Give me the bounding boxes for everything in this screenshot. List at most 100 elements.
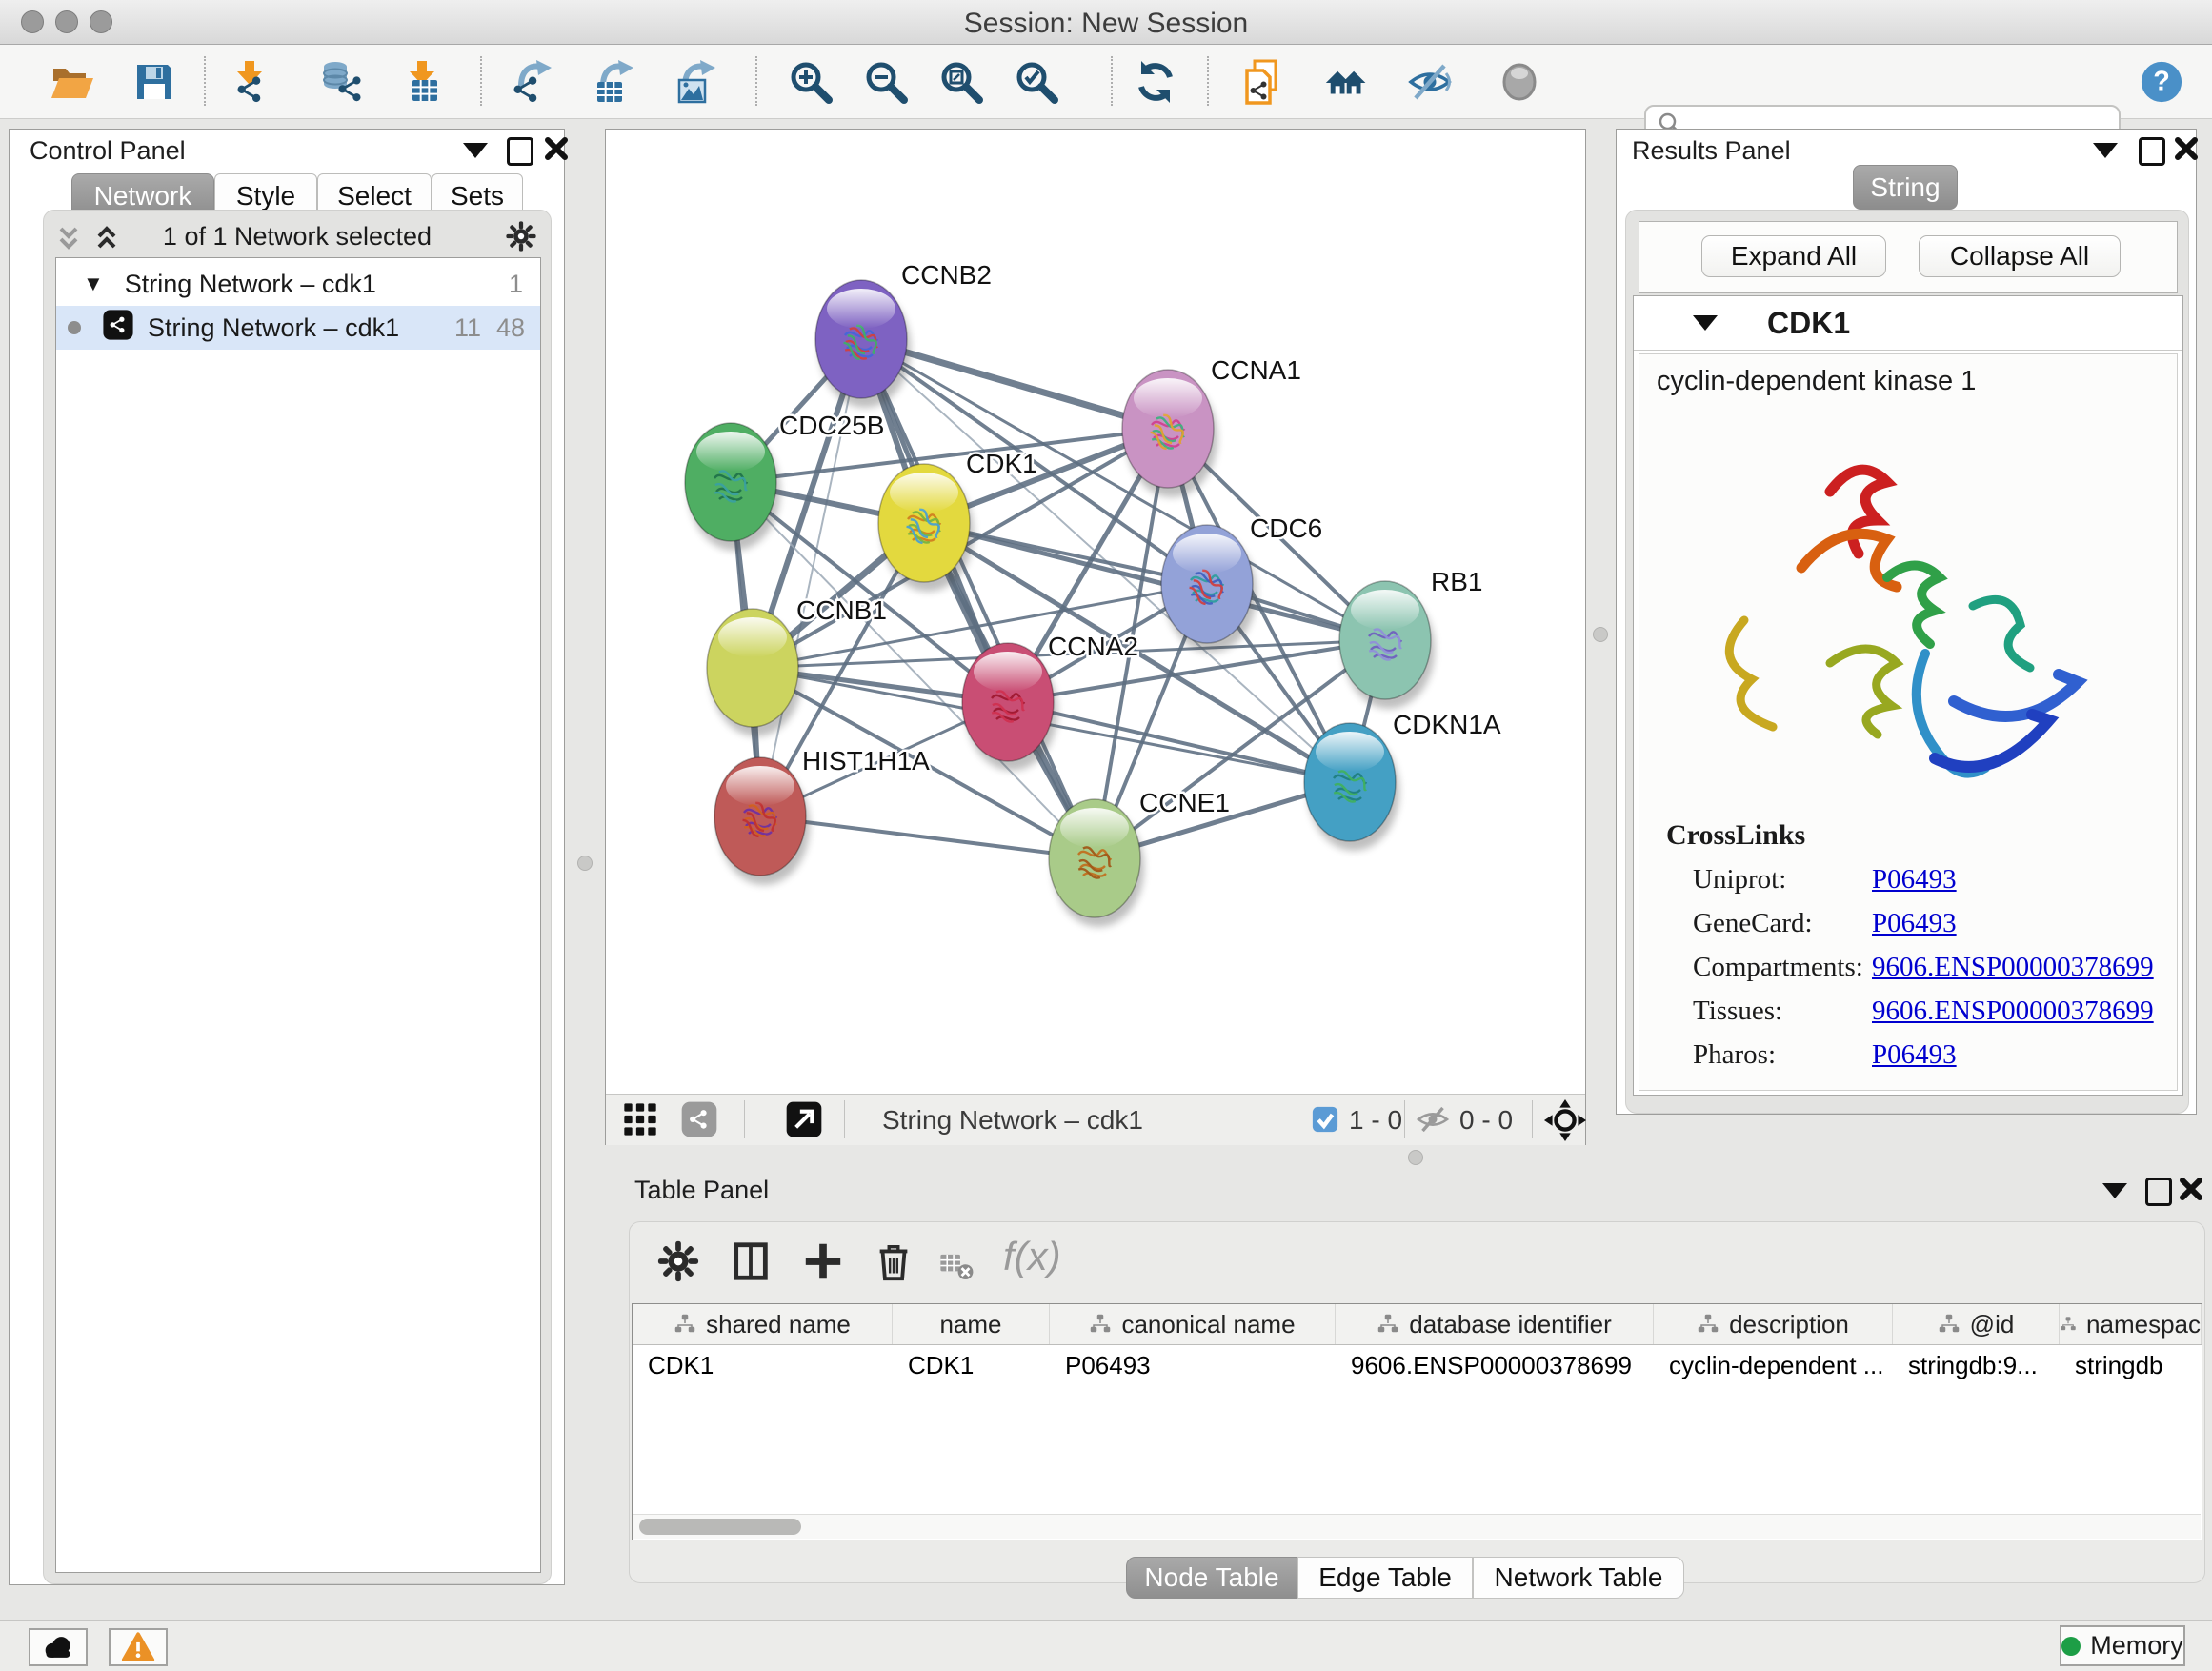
scrollbar-thumb[interactable] xyxy=(639,1519,801,1535)
table-cell[interactable]: stringdb:9... xyxy=(1893,1345,2060,1385)
delete-column-icon[interactable] xyxy=(872,1239,915,1288)
document-share-button[interactable] xyxy=(1237,55,1291,109)
collapse-all-button[interactable]: Collapse All xyxy=(1919,235,2121,277)
collection-label: String Network – cdk1 xyxy=(125,270,376,299)
crosslink-label: Compartments: xyxy=(1693,952,1872,983)
node-CDC6[interactable] xyxy=(1161,525,1257,653)
open-folder-button[interactable] xyxy=(45,55,98,109)
memory-status-dot xyxy=(2061,1637,2081,1656)
gear-icon[interactable] xyxy=(505,220,537,257)
panel-menu-caret-icon[interactable] xyxy=(2102,1183,2127,1198)
panel-close-icon[interactable] xyxy=(543,135,570,167)
crosslink-value-link[interactable]: 9606.ENSP00000378699 xyxy=(1872,952,2154,983)
external-link-icon[interactable] xyxy=(785,1100,823,1143)
selected-checkbox-icon[interactable] xyxy=(1311,1105,1339,1138)
birds-eye-view-icon[interactable] xyxy=(621,1100,659,1143)
table-cell[interactable]: cyclin-dependent ... xyxy=(1654,1345,1893,1385)
tab-network-table[interactable]: Network Table xyxy=(1473,1557,1684,1599)
crosslink-value-link[interactable]: P06493 xyxy=(1872,1039,1957,1071)
export-image-button[interactable] xyxy=(670,55,723,109)
column-header-name[interactable]: name xyxy=(893,1304,1050,1344)
cloud-status-button[interactable] xyxy=(29,1628,88,1666)
gray-sphere-button[interactable] xyxy=(1493,55,1546,109)
edge-CCNB2-CCNE1[interactable] xyxy=(861,339,1095,858)
memory-button[interactable]: Memory xyxy=(2060,1625,2185,1666)
refresh-button[interactable] xyxy=(1129,55,1182,109)
edge-CCNE1-HIST1H1A[interactable] xyxy=(760,816,1095,858)
warning-status-button[interactable] xyxy=(109,1628,168,1666)
column-header-namespac[interactable]: namespac xyxy=(2060,1304,2202,1344)
crosslink-value-link[interactable]: P06493 xyxy=(1872,908,1957,939)
node-table[interactable]: shared namenamecanonical namedatabase id… xyxy=(632,1303,2202,1540)
gear-icon[interactable] xyxy=(656,1239,700,1288)
import-table-button[interactable] xyxy=(395,55,449,109)
right-splitter-handle[interactable] xyxy=(1593,627,1608,642)
tab-edge-table[interactable]: Edge Table xyxy=(1297,1557,1473,1599)
node-RB1[interactable] xyxy=(1339,581,1435,709)
network-collection-row[interactable]: ▼ String Network – cdk1 1 xyxy=(56,262,540,306)
node-CDK1[interactable] xyxy=(878,464,974,592)
columns-icon[interactable] xyxy=(729,1239,773,1288)
zoom-selected-button[interactable] xyxy=(1010,55,1063,109)
tree-expander-icon[interactable]: ▼ xyxy=(83,272,104,296)
node-CDKN1A[interactable] xyxy=(1304,723,1399,851)
panel-menu-caret-icon[interactable] xyxy=(2093,143,2118,158)
help-button[interactable]: ? xyxy=(2135,55,2188,109)
network-share-icon[interactable] xyxy=(680,1100,718,1143)
import-database-button[interactable] xyxy=(316,55,370,109)
save-button[interactable] xyxy=(128,55,181,109)
node-label-HIST1H1A: HIST1H1A xyxy=(802,746,930,775)
export-network-button[interactable] xyxy=(506,55,559,109)
node-CCNB2[interactable] xyxy=(815,280,911,408)
node-CCNA2[interactable] xyxy=(962,643,1057,771)
column-header-database-identifier[interactable]: database identifier xyxy=(1336,1304,1654,1344)
zoom-fit-button[interactable] xyxy=(935,55,988,109)
node-HIST1H1A[interactable] xyxy=(714,757,810,885)
table-cell[interactable]: CDK1 xyxy=(633,1345,893,1385)
column-header--id[interactable]: @id xyxy=(1893,1304,2060,1344)
table-row[interactable]: CDK1CDK1P064939606.ENSP00000378699cyclin… xyxy=(633,1345,2202,1385)
panel-menu-caret-icon[interactable] xyxy=(463,143,488,158)
bottom-splitter-handle[interactable] xyxy=(1408,1150,1423,1165)
column-header-description[interactable]: description xyxy=(1654,1304,1893,1344)
table-cell[interactable]: CDK1 xyxy=(893,1345,1050,1385)
table-tabs: Node TableEdge TableNetwork Table xyxy=(1126,1557,1684,1599)
import-network-button[interactable] xyxy=(223,55,276,109)
homes-button[interactable] xyxy=(1321,55,1375,109)
table-cell[interactable]: P06493 xyxy=(1050,1345,1336,1385)
crosslink-value-link[interactable]: 9606.ENSP00000378699 xyxy=(1872,996,2154,1027)
collapse-section-icon[interactable] xyxy=(1693,315,1718,331)
tab-string[interactable]: String xyxy=(1853,165,1958,210)
tab-node-table[interactable]: Node Table xyxy=(1126,1557,1297,1599)
panel-close-icon[interactable] xyxy=(2173,135,2200,167)
zoom-out-button[interactable] xyxy=(859,55,913,109)
eye-slash-button[interactable] xyxy=(1403,55,1457,109)
panel-float-icon[interactable] xyxy=(2139,137,2165,166)
horizontal-scrollbar[interactable] xyxy=(633,1514,2201,1539)
crosshair-icon[interactable] xyxy=(1543,1098,1587,1147)
column-header-canonical-name[interactable]: canonical name xyxy=(1050,1304,1336,1344)
protein-card-header[interactable]: CDK1 xyxy=(1634,296,2182,351)
table-cell[interactable]: stringdb xyxy=(2060,1345,2202,1385)
expand-all-button[interactable]: Expand All xyxy=(1701,235,1886,277)
node-CCNB1[interactable] xyxy=(707,609,802,736)
panel-float-icon[interactable] xyxy=(2145,1178,2172,1206)
left-splitter-handle[interactable] xyxy=(577,856,593,871)
zoom-in-button[interactable] xyxy=(784,55,837,109)
network-view[interactable]: CCNB2CCNA1CDC25BCDK1CDC6RB1CCNB1CCNA2CDK… xyxy=(605,129,1586,1145)
panel-close-icon[interactable] xyxy=(2178,1176,2204,1207)
export-table-button[interactable] xyxy=(588,55,641,109)
network-canvas[interactable]: CCNB2CCNA1CDC25BCDK1CDC6RB1CCNB1CCNA2CDK… xyxy=(606,130,1585,1093)
warning-icon xyxy=(121,1632,155,1662)
add-column-icon[interactable] xyxy=(801,1239,845,1288)
node-label-CDK1: CDK1 xyxy=(966,449,1037,478)
column-header-shared-name[interactable]: shared name xyxy=(633,1304,893,1344)
panel-float-icon[interactable] xyxy=(507,137,533,166)
node-count: 11 xyxy=(454,313,481,343)
crosslink-value-link[interactable]: P06493 xyxy=(1872,864,1957,896)
table-cell[interactable]: 9606.ENSP00000378699 xyxy=(1336,1345,1654,1385)
node-CCNE1[interactable] xyxy=(1049,799,1144,927)
title-bar: Session: New Session xyxy=(0,0,2212,45)
network-row[interactable]: String Network – cdk1 11 48 xyxy=(56,306,540,350)
svg-text:?: ? xyxy=(2153,67,2170,97)
